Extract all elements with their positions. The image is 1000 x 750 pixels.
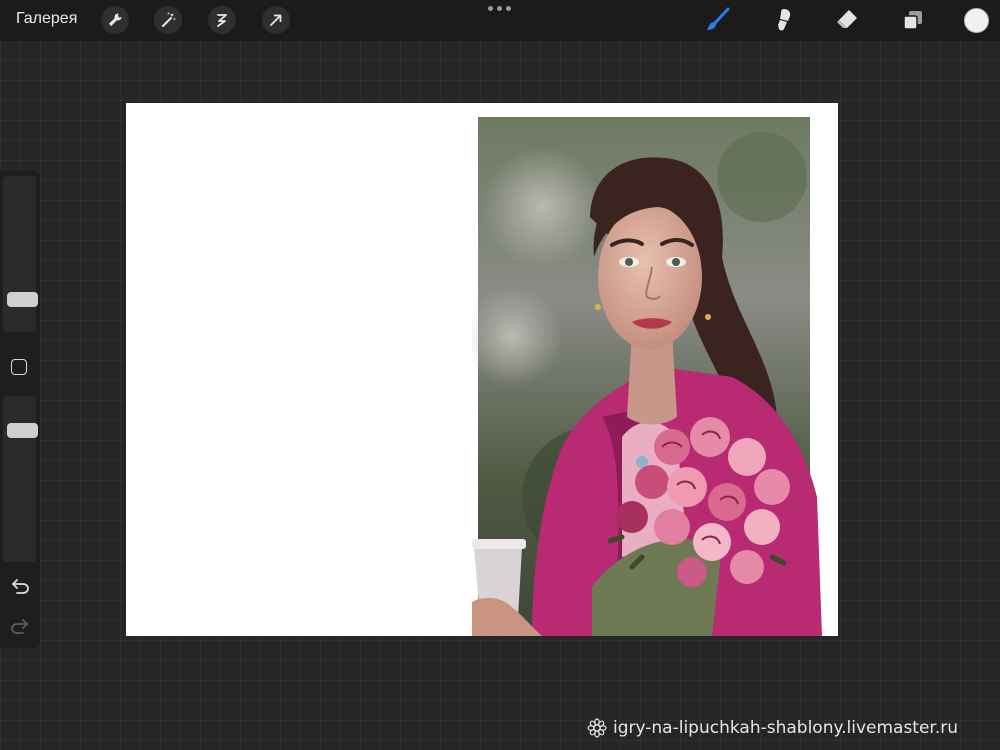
- watermark-text: igry-na-lipuchkah-shablony.livemaster.ru: [613, 718, 959, 738]
- drawing-canvas[interactable]: [126, 103, 838, 636]
- smudge-tool[interactable]: [769, 6, 797, 34]
- more-options-button[interactable]: [488, 6, 511, 11]
- modify-button[interactable]: [11, 359, 27, 375]
- brush-size-thumb[interactable]: [7, 292, 38, 307]
- eraser-icon: [837, 10, 857, 28]
- brush-icon: [707, 7, 730, 30]
- brush-size-slider[interactable]: [3, 176, 38, 332]
- top-toolbar: Галерея: [0, 0, 1000, 40]
- smudge-icon: [778, 9, 791, 31]
- selection-button[interactable]: [208, 6, 236, 34]
- redo-icon[interactable]: [9, 617, 31, 635]
- selection-icon: [217, 14, 227, 27]
- watermark: igry-na-lipuchkah-shablony.livemaster.ru: [587, 718, 958, 738]
- opacity-thumb[interactable]: [7, 423, 38, 438]
- side-bar: [0, 170, 40, 648]
- magic-wand-icon: [162, 12, 176, 27]
- ellipsis-icon: [488, 6, 493, 11]
- flower-logo-icon: [587, 718, 607, 738]
- gallery-button[interactable]: Галерея: [16, 10, 77, 28]
- wrench-icon: [109, 13, 122, 26]
- transform-arrow-icon: [270, 14, 282, 26]
- eraser-tool[interactable]: [833, 6, 861, 34]
- actions-button[interactable]: [101, 6, 129, 34]
- layers-button[interactable]: [899, 6, 927, 34]
- adjustments-button[interactable]: [154, 6, 182, 34]
- undo-icon[interactable]: [9, 577, 31, 595]
- portrait-artwork[interactable]: [472, 117, 828, 636]
- layers-icon: [903, 11, 922, 30]
- opacity-slider[interactable]: [3, 396, 38, 562]
- paint-brush-tool[interactable]: [704, 6, 732, 34]
- transform-button[interactable]: [262, 6, 290, 34]
- color-picker-button[interactable]: [964, 8, 989, 33]
